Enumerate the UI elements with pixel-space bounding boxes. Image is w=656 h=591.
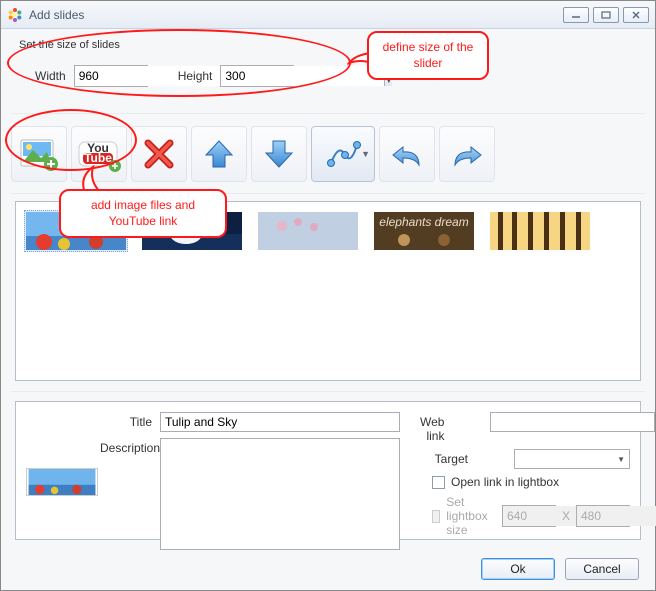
description-textarea[interactable] — [160, 438, 400, 550]
open-lightbox-checkbox[interactable] — [432, 476, 445, 489]
slide-size-group: Set the size of slides Width ▲▼ Height ▲… — [11, 39, 356, 99]
width-spinner[interactable]: ▲▼ — [74, 65, 148, 87]
height-spinner[interactable]: ▲▼ — [220, 65, 294, 87]
height-label: Height — [178, 69, 213, 83]
add-image-button[interactable] — [11, 126, 67, 182]
x-label: X — [562, 509, 570, 523]
lightbox-height-input — [577, 506, 656, 526]
dialog-window: Add slides Set the size of slides Width … — [0, 0, 656, 591]
thumbnail-image: elephants dream — [374, 212, 474, 250]
thumbnail-image — [490, 212, 590, 250]
lightbox-height-spinner: ▲▼ — [576, 505, 630, 527]
annotation-size-callout: define size of the slider — [367, 31, 489, 80]
weblink-input[interactable] — [490, 412, 655, 432]
redo-icon — [449, 139, 485, 169]
width-input[interactable] — [75, 66, 238, 86]
chevron-down-icon: ▼ — [361, 149, 370, 159]
move-down-button[interactable] — [251, 126, 307, 182]
redo-button[interactable] — [439, 126, 495, 182]
maximize-button[interactable] — [593, 7, 619, 23]
move-up-button[interactable] — [191, 126, 247, 182]
title-input[interactable] — [160, 412, 400, 432]
dialog-content: Set the size of slides Width ▲▼ Height ▲… — [1, 29, 655, 590]
undo-button[interactable] — [379, 126, 435, 182]
set-lightbox-label: Set lightbox size — [446, 495, 496, 537]
thumbnail-item[interactable]: elephants dream — [372, 210, 476, 252]
set-lightbox-checkbox — [432, 510, 440, 523]
target-select[interactable]: ▼ — [514, 449, 630, 469]
window-title: Add slides — [29, 8, 563, 22]
titlebar: Add slides — [1, 1, 655, 29]
target-label: Target — [420, 449, 476, 466]
annotation-add-callout: add image files and YouTube link — [59, 189, 227, 238]
cancel-button[interactable]: Cancel — [565, 558, 639, 580]
close-button[interactable] — [623, 7, 649, 23]
arrow-down-icon — [262, 137, 296, 171]
dialog-footer: Ok Cancel — [481, 558, 639, 580]
window-buttons — [563, 7, 649, 23]
transition-button[interactable]: ▼ — [311, 126, 375, 182]
weblink-label: Web link — [420, 412, 452, 443]
open-lightbox-label: Open link in lightbox — [451, 475, 559, 489]
divider — [11, 391, 645, 392]
lightbox-width-spinner: ▲▼ — [502, 505, 556, 527]
thumbnail-image — [258, 212, 358, 250]
minimize-button[interactable] — [563, 7, 589, 23]
delete-x-icon — [142, 137, 176, 171]
undo-icon — [389, 139, 425, 169]
divider — [11, 113, 645, 114]
ok-button[interactable]: Ok — [481, 558, 555, 580]
size-legend: Set the size of slides — [19, 39, 120, 51]
thumbnail-item[interactable] — [256, 210, 360, 252]
remove-button[interactable] — [131, 126, 187, 182]
picture-plus-icon — [19, 136, 59, 172]
title-label: Title — [100, 412, 160, 429]
width-label: Width — [35, 69, 66, 83]
description-label: Description — [100, 438, 160, 455]
svg-text:elephants dream: elephants dream — [379, 215, 468, 229]
arrow-up-icon — [202, 137, 236, 171]
chevron-down-icon: ▼ — [617, 455, 625, 464]
nodes-path-icon — [325, 137, 361, 171]
svg-text:Tube: Tube — [84, 151, 112, 165]
details-panel: Title Description Web link Target ▼ — [15, 401, 641, 540]
selected-thumbnail-preview — [26, 468, 98, 496]
thumbnail-item[interactable] — [488, 210, 592, 252]
app-icon — [7, 7, 23, 23]
